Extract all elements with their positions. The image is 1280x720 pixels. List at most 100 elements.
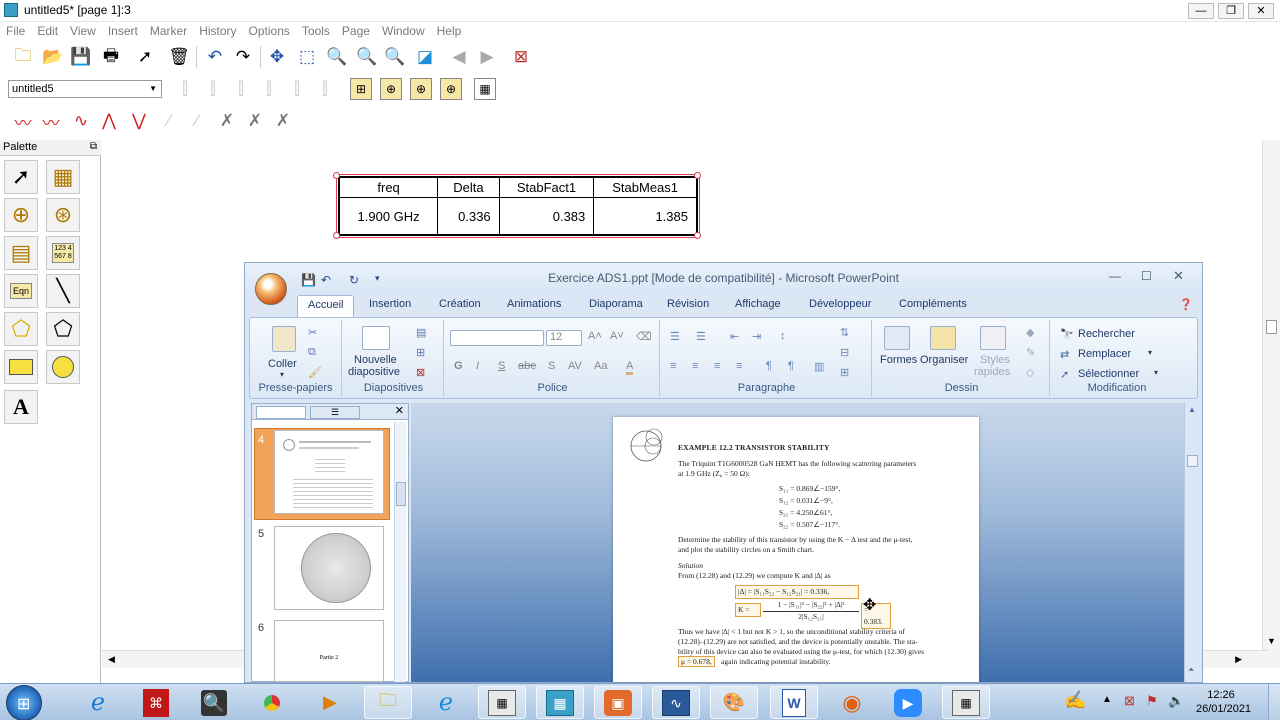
- ltr-icon[interactable]: ¶: [788, 360, 794, 372]
- ppt-maximize-button[interactable]: ☐: [1141, 269, 1152, 283]
- menu-edit[interactable]: Edit: [31, 22, 64, 38]
- tab-animations[interactable]: Animations: [507, 298, 561, 310]
- slide-thumbnail-4[interactable]: [274, 430, 384, 514]
- zoom-area-icon[interactable]: ⬚: [296, 46, 318, 68]
- tab-diaporama[interactable]: Diaporama: [589, 298, 643, 310]
- delta-mode-icon[interactable]: ✗: [244, 110, 266, 132]
- text-direction-icon[interactable]: ⇅: [840, 326, 849, 339]
- numbering-icon[interactable]: ☰: [696, 330, 706, 343]
- shapes-icon[interactable]: [884, 326, 910, 350]
- menu-view[interactable]: View: [64, 22, 102, 38]
- rtl-icon[interactable]: ¶: [766, 360, 772, 372]
- align-left-icon[interactable]: ≡: [670, 360, 676, 372]
- align-center-icon[interactable]: ⫿: [202, 78, 224, 100]
- columns-icon[interactable]: ▥: [814, 360, 824, 373]
- plot-trace-icon[interactable]: 〰: [12, 110, 34, 133]
- align-right-icon[interactable]: ≡: [714, 360, 720, 372]
- effects-icon[interactable]: ◇: [1026, 366, 1034, 379]
- bullets-icon[interactable]: ☰: [670, 330, 680, 343]
- increase-indent-icon[interactable]: ⇥: [752, 330, 761, 343]
- case-icon[interactable]: Aa: [594, 360, 607, 372]
- show-hidden-icons[interactable]: ▲: [1102, 694, 1112, 705]
- align-top-icon[interactable]: ⫿: [258, 78, 280, 100]
- new-slide-button-line1[interactable]: Nouvelle: [354, 354, 397, 366]
- prev-slide-icon[interactable]: ⏶: [1188, 665, 1194, 675]
- snap-midpoint-icon[interactable]: ⊕: [410, 78, 432, 100]
- scroll-right-icon[interactable]: ▶: [1235, 654, 1242, 665]
- menu-help[interactable]: Help: [431, 22, 468, 38]
- menu-history[interactable]: History: [193, 22, 242, 38]
- align-left-icon[interactable]: ⫿: [174, 78, 196, 100]
- replace-button[interactable]: Remplacer: [1078, 348, 1131, 360]
- zoom-app-icon[interactable]: ▶: [884, 686, 932, 719]
- delta-ref-icon[interactable]: ✗: [272, 110, 294, 132]
- network-alert-icon[interactable]: ⊠: [1124, 693, 1135, 709]
- search-app-icon[interactable]: 🔍: [190, 686, 238, 719]
- zoom-out-icon[interactable]: 🔍: [356, 46, 378, 68]
- find-button[interactable]: Rechercher: [1078, 328, 1135, 340]
- current-slide[interactable]: EXAMPLE 12.2 TRANSISTOR STABILITY The Tr…: [613, 417, 979, 682]
- shadow-icon[interactable]: S: [548, 360, 555, 372]
- tab-affichage[interactable]: Affichage: [735, 298, 781, 310]
- slide-editing-area[interactable]: EXAMPLE 12.2 TRANSISTOR STABILITY The Tr…: [411, 403, 1184, 682]
- acrobat-icon[interactable]: ⌘: [132, 686, 180, 719]
- font-color-icon[interactable]: A: [626, 360, 634, 375]
- line-marker-icon[interactable]: ∕: [158, 110, 180, 132]
- palette-polygon[interactable]: ⬠: [46, 312, 80, 346]
- redo-icon[interactable]: ↷: [232, 46, 254, 68]
- zoom-in-icon[interactable]: 🔍: [384, 46, 406, 68]
- save-icon[interactable]: 💾: [70, 46, 92, 68]
- arrange-button[interactable]: Organiser: [920, 354, 968, 366]
- delta-marker-icon[interactable]: ✗: [216, 110, 238, 132]
- move-icon[interactable]: ✥: [266, 46, 288, 68]
- maximize-button[interactable]: ❐: [1218, 3, 1244, 19]
- print-icon[interactable]: 🖶: [100, 46, 122, 68]
- shapes-button[interactable]: Formes: [880, 354, 917, 366]
- tab-slides[interactable]: [256, 406, 306, 419]
- clear-format-icon[interactable]: ⌫: [636, 330, 652, 343]
- italic-icon[interactable]: I: [476, 360, 479, 372]
- ads-data-display-icon[interactable]: ▦: [536, 686, 584, 719]
- word-icon[interactable]: W: [770, 686, 818, 719]
- scroll-thumb[interactable]: [396, 482, 406, 506]
- fill-icon[interactable]: ◆: [1026, 326, 1034, 339]
- grid-snap-icon[interactable]: ⊞: [350, 78, 372, 100]
- close-button[interactable]: ✕: [1248, 3, 1274, 19]
- scroll-left-icon[interactable]: ◀: [108, 654, 115, 665]
- listing-table[interactable]: freq Delta StabFact1 StabMeas1 1.900 GHz…: [338, 176, 698, 236]
- grid-settings-icon[interactable]: ▦: [474, 78, 496, 100]
- volume-icon[interactable]: 🔈: [1168, 693, 1184, 709]
- zoom-icon[interactable]: 🔍: [326, 46, 348, 68]
- chrome-icon[interactable]: [248, 686, 296, 719]
- prev-page-icon[interactable]: ◀: [448, 46, 470, 68]
- ie-icon[interactable]: ℯ: [74, 686, 122, 719]
- snap-pin-icon[interactable]: ⊕: [380, 78, 402, 100]
- slide-thumbnail-6[interactable]: Partie 2: [274, 620, 384, 682]
- tab-complements[interactable]: Compléments: [899, 298, 967, 310]
- align-middle-icon[interactable]: ⫿: [286, 78, 308, 100]
- thumbnails-scrollbar[interactable]: [394, 422, 406, 682]
- undo-icon[interactable]: ↶: [321, 273, 331, 287]
- outline-icon[interactable]: ✎: [1026, 346, 1035, 359]
- quick-styles-line2[interactable]: rapides: [974, 366, 1010, 378]
- minimize-button[interactable]: —: [1188, 3, 1214, 19]
- powerpoint-icon[interactable]: ▣: [594, 686, 642, 719]
- new-slide-icon[interactable]: [362, 326, 390, 350]
- tab-accueil[interactable]: Accueil: [297, 295, 355, 317]
- media-player-icon[interactable]: ▶: [306, 686, 354, 719]
- action-center-icon[interactable]: ⚑: [1146, 693, 1158, 709]
- new-folder-icon[interactable]: 🗀: [12, 46, 34, 68]
- pen-input-icon[interactable]: ✍: [1064, 690, 1086, 711]
- palette-pointer[interactable]: ➚: [4, 160, 38, 194]
- ads-main-icon[interactable]: ▦: [478, 686, 526, 719]
- customize-qat-icon[interactable]: ▾: [375, 273, 380, 284]
- strikethrough-icon[interactable]: abe: [518, 360, 536, 372]
- select-button[interactable]: Sélectionner: [1078, 368, 1139, 380]
- arrange-icon[interactable]: [930, 326, 956, 350]
- undock-icon[interactable]: ⧉: [90, 141, 97, 152]
- palette-smith-chart[interactable]: ⊛: [46, 198, 80, 232]
- palette-equation[interactable]: Eqn: [4, 274, 38, 308]
- cut-icon[interactable]: ✂: [308, 326, 317, 339]
- resize-handle[interactable]: [694, 232, 701, 239]
- close-icon[interactable]: ✕: [395, 404, 404, 417]
